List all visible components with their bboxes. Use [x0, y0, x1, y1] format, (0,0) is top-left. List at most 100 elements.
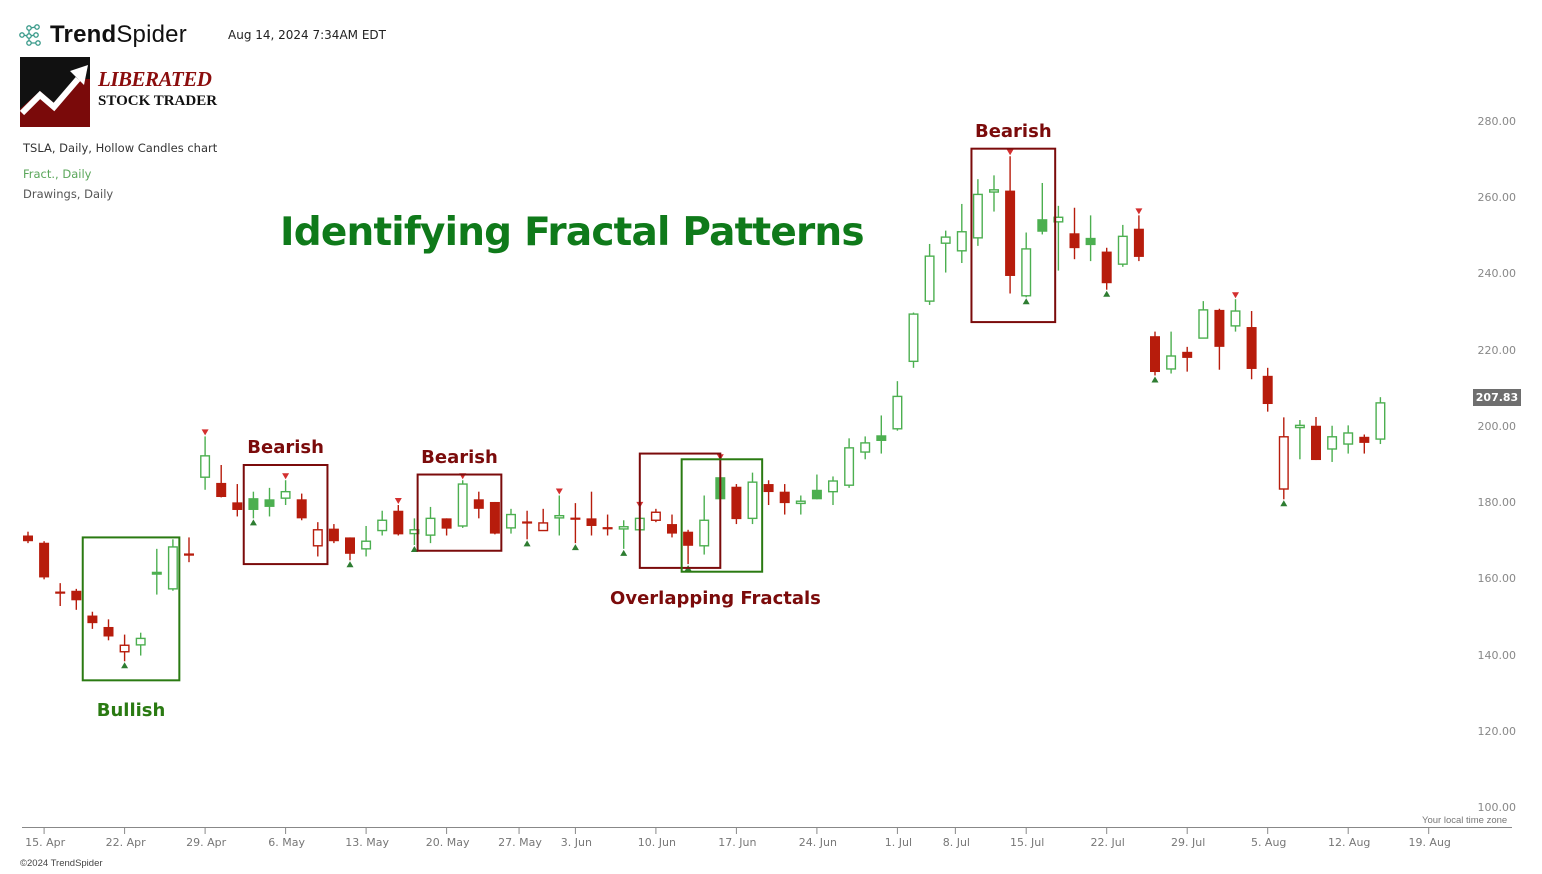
candle-body	[280, 490, 291, 499]
candle[interactable]	[103, 619, 114, 641]
candle[interactable]	[377, 510, 388, 536]
candle[interactable]	[554, 488, 565, 536]
candle[interactable]	[1085, 215, 1096, 262]
annotation-label-bullish: Bullish	[96, 700, 166, 722]
candle[interactable]	[650, 508, 661, 523]
candle[interactable]	[1037, 182, 1048, 235]
candle-body	[473, 499, 484, 509]
candle[interactable]	[1230, 292, 1241, 332]
candle[interactable]	[506, 508, 517, 534]
candle[interactable]	[167, 539, 178, 591]
x-tick-label: 5. Aug	[1250, 836, 1287, 849]
candle[interactable]	[779, 484, 790, 515]
candle-body	[1294, 424, 1305, 429]
candle-body	[216, 482, 227, 498]
candle-body	[586, 518, 597, 526]
candle[interactable]	[216, 465, 227, 498]
candle[interactable]	[1133, 208, 1144, 262]
candle[interactable]	[264, 487, 275, 517]
candle[interactable]	[441, 518, 452, 536]
candle[interactable]	[119, 634, 130, 669]
candle[interactable]	[232, 484, 243, 517]
candle[interactable]	[39, 541, 50, 580]
candle[interactable]	[87, 611, 98, 629]
candle[interactable]	[1311, 416, 1321, 461]
candle[interactable]	[135, 632, 146, 656]
candle[interactable]	[1021, 232, 1032, 305]
candle-body	[506, 513, 517, 529]
candle[interactable]	[1101, 247, 1112, 297]
candle[interactable]	[1278, 417, 1289, 507]
candle[interactable]	[844, 438, 855, 488]
candle[interactable]	[1166, 331, 1177, 374]
candle[interactable]	[972, 179, 983, 246]
candle[interactable]	[473, 491, 484, 519]
candle[interactable]	[1327, 425, 1338, 462]
candle[interactable]	[361, 525, 372, 557]
candle[interactable]	[71, 588, 82, 610]
candle[interactable]	[1262, 367, 1273, 412]
candle[interactable]	[328, 524, 339, 544]
candle[interactable]	[924, 243, 935, 305]
candle-body	[1005, 190, 1016, 276]
candle[interactable]	[1117, 224, 1128, 267]
candle[interactable]	[457, 473, 468, 528]
candle[interactable]	[683, 529, 694, 572]
candle[interactable]	[876, 415, 887, 454]
candle[interactable]	[699, 495, 710, 555]
candle[interactable]	[1069, 207, 1080, 260]
x-tick-label: 12. Aug	[1327, 836, 1371, 849]
candle[interactable]	[1198, 301, 1209, 339]
candle[interactable]	[200, 429, 211, 490]
candle[interactable]	[55, 583, 66, 607]
candle[interactable]	[989, 175, 1000, 212]
candle[interactable]	[393, 498, 404, 536]
candle[interactable]	[811, 474, 822, 500]
candle[interactable]	[184, 537, 194, 563]
candle[interactable]	[1214, 308, 1225, 370]
candle[interactable]	[602, 514, 613, 536]
candle[interactable]	[892, 381, 903, 431]
candle[interactable]	[1294, 420, 1305, 460]
candle[interactable]	[296, 493, 307, 521]
candle[interactable]	[522, 510, 533, 547]
candle[interactable]	[1182, 346, 1193, 372]
candle[interactable]	[570, 503, 581, 551]
candle[interactable]	[828, 476, 839, 506]
candle[interactable]	[586, 491, 597, 536]
candle[interactable]	[1375, 397, 1386, 445]
candle[interactable]	[312, 522, 323, 557]
candle[interactable]	[489, 501, 500, 535]
candle[interactable]	[248, 491, 259, 526]
candle[interactable]	[908, 312, 919, 368]
candle[interactable]	[747, 472, 758, 525]
candle[interactable]	[731, 484, 742, 525]
candle[interactable]	[151, 548, 162, 595]
candle[interactable]	[280, 473, 291, 506]
candle[interactable]	[795, 495, 806, 515]
y-tick-label: 100.00	[1477, 801, 1517, 814]
candle[interactable]	[1343, 425, 1354, 454]
candle-body	[1278, 436, 1289, 490]
candlestick-chart[interactable]	[0, 0, 1542, 874]
candle-body	[393, 510, 404, 535]
candle-body	[200, 455, 211, 478]
candle[interactable]	[860, 436, 871, 460]
x-tick-label: 29. Apr	[186, 836, 227, 849]
candle[interactable]	[618, 520, 629, 556]
candle[interactable]	[940, 230, 951, 273]
candle[interactable]	[1359, 434, 1370, 454]
candle[interactable]	[345, 537, 355, 568]
candle[interactable]	[956, 203, 967, 264]
candle[interactable]	[1005, 149, 1016, 294]
bullish-fractal-marker	[1280, 500, 1288, 507]
candle[interactable]	[538, 508, 549, 532]
candle[interactable]	[23, 531, 33, 544]
timezone-note[interactable]: Your local time zone	[1422, 815, 1507, 826]
candle[interactable]	[425, 506, 436, 544]
candle[interactable]	[763, 480, 774, 506]
candle-body	[361, 540, 372, 550]
candle[interactable]	[1150, 331, 1160, 383]
candle[interactable]	[1246, 311, 1257, 380]
candle[interactable]	[667, 514, 677, 538]
